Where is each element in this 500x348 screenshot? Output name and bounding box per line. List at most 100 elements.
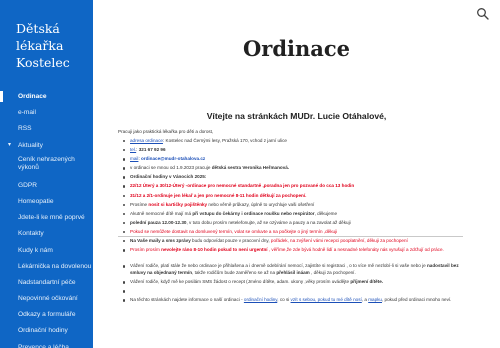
sidebar-item-label: Ceník nehrazených výkonů	[18, 155, 75, 171]
list-item: Na těchto stránkách najdete informace o …	[118, 296, 463, 312]
sidebar-item[interactable]: Lékárnička na dovolenou	[0, 259, 93, 275]
content-text: nosit si kartičky pojištěnky	[148, 201, 208, 207]
sidebar-item-label: Prevence a léčba	[18, 343, 69, 348]
content-text: dětská sestra Veronika Heřmanová.	[211, 165, 290, 171]
content-text: polední pauza 12.00-12.30	[130, 219, 187, 225]
sidebar-item[interactable]: Homeopatie	[0, 194, 93, 210]
sidebar-item-label: e-mail	[18, 109, 36, 117]
sidebar-item-label: Ordinační hodiny	[18, 327, 68, 335]
bullet-icon	[123, 230, 126, 234]
sidebar-item[interactable]: ▾ Aktuality	[0, 138, 93, 154]
list-item: polední pauza 12.00-12.30, v tuto dobu p…	[118, 219, 463, 228]
list-item: Prosíme nosit si kartičky pojištěnky neb…	[118, 201, 463, 210]
sidebar-item-label: Jdete-li ke mně poprvé	[18, 214, 85, 222]
content-text: , věříme,že zde bývá hodně lidí a nesnad…	[267, 247, 444, 253]
list-item: v ordinaci se mnou od 1.9.2023 pracuje d…	[118, 164, 463, 173]
list-item: Akutně nemocné dítě mají má při vstupu d…	[118, 210, 463, 219]
content-text: , v tuto dobu prosím netelefonujte, až s…	[186, 219, 351, 225]
sidebar-item[interactable]: Odkazy a formuláře	[0, 307, 93, 323]
list-item: Pokud se nemůžete dostavit na domluvený …	[118, 228, 463, 238]
sidebar-item[interactable]: e-mail	[0, 105, 93, 121]
content-text: , děkuji za pochopení.	[309, 270, 356, 276]
content-text: nebo věrně průkazy, úplně to urychluje v…	[207, 201, 315, 207]
sidebar-item[interactable]: Jdete-li ke mně poprvé	[0, 210, 93, 226]
content-text: vámi recepci pooplatnění, děkuji za poch…	[313, 238, 408, 244]
content-link[interactable]: vzít s sebou, pokud tu mé dítě nosí	[291, 297, 362, 302]
sidebar-item[interactable]: Ordinace	[0, 89, 93, 105]
site-title-line: Kostelec	[16, 55, 70, 70]
content-text: nevolejte ráno 8-10 hodin pokud to není …	[161, 247, 268, 253]
content-text: 31/12 a 2/1-ordinuje jen lékař a jen pro…	[130, 192, 307, 198]
list-item: tel.: 321 67 92 96	[118, 146, 463, 155]
sidebar-item[interactable]: Kudy k nám	[0, 243, 93, 259]
bullet-icon	[123, 203, 126, 207]
sidebar-item-label: Homeopatie	[18, 197, 54, 205]
bullet-icon	[123, 290, 126, 293]
bullet-icon	[123, 240, 126, 243]
bullet-icon	[123, 167, 126, 170]
sidebar-item-label: Nadstandartní péče	[18, 278, 76, 286]
content-text: pořádek, na zvýšení	[270, 238, 314, 244]
sidebar: Dětská lékařka Kostelec Ordinace e-mail RS…	[0, 0, 93, 348]
content-text: Akutně nemocné dítě mají má	[130, 210, 193, 216]
bullet-icon	[123, 140, 126, 143]
chevron-down-icon[interactable]: ▾	[8, 138, 11, 153]
content-text: , co si	[277, 297, 291, 303]
sidebar-item[interactable]: Nepovinné očkování	[0, 291, 93, 307]
bullet-icon	[123, 194, 126, 197]
content-text: Prosíme	[130, 201, 149, 207]
sidebar-item-label: GDPR	[18, 181, 38, 189]
site-title-line: Dětská	[16, 21, 60, 36]
content-text: , děkujeme	[314, 210, 338, 216]
content-text: 22/12 Úterý a 30/12-Úterý -ordinace pro …	[130, 183, 355, 189]
content-text: 321 67 92 96	[138, 147, 166, 153]
sidebar-item-label: Nepovinné očkování	[18, 295, 78, 303]
list-item: Prosím prosím nevolejte ráno 8-10 hodin …	[118, 246, 463, 262]
bullet-icon	[123, 212, 126, 216]
sidebar-item-label: Aktuality	[18, 141, 43, 149]
sidebar-nav: Ordinace e-mail RSS ▾ Aktuality Ceník nehraze…	[0, 89, 93, 348]
content-text: Prosím prosím	[130, 247, 162, 253]
bullet-icon	[123, 149, 126, 152]
sidebar-item[interactable]: Prevence a léčba	[0, 340, 93, 348]
bullet-icon	[123, 265, 126, 268]
sidebar-item-label: Ordinace	[18, 93, 47, 100]
sidebar-item-label: RSS	[18, 125, 32, 133]
site-title[interactable]: Dětská lékařka Kostelec	[0, 0, 93, 71]
content-text: budu odpovídat pouze v pracovní dny,	[190, 238, 271, 244]
list-item: Vážení rodiče, když mě ke posilám SMS žá…	[118, 278, 463, 287]
bullet-icon	[123, 158, 126, 161]
bullet-icon	[123, 281, 126, 284]
bullet-icon	[123, 299, 126, 302]
content-list: Pracuji jako praktická lékařka pro děti …	[118, 128, 463, 312]
list-item: 22/12 Úterý a 30/12-Úterý -ordinace pro …	[118, 182, 463, 191]
sidebar-item[interactable]: Ceník nehrazených výkonů	[0, 154, 93, 178]
list-item: Ordinační hodiny v Vánocích 2025:	[118, 173, 463, 182]
sidebar-item-label: Kontakty	[18, 230, 44, 238]
content-text: Ordinační hodiny v Vánocích 2025:	[130, 174, 207, 180]
sidebar-item[interactable]: Kontakty	[0, 226, 93, 242]
content-link[interactable]: mapku	[368, 297, 382, 302]
content-text: přehlásil ináam	[276, 270, 310, 276]
sidebar-item[interactable]: Ordinační hodiny	[0, 323, 93, 339]
sidebar-item[interactable]: Nadstandartní péče	[0, 275, 93, 291]
sidebar-item[interactable]: GDPR	[0, 178, 93, 194]
content-text: ordinace@mudr-otahalova.cz	[141, 156, 206, 162]
sidebar-item[interactable]: RSS	[0, 121, 93, 137]
site-title-line: lékařka	[16, 38, 64, 53]
content-link[interactable]: ordinační hodiny	[244, 297, 277, 302]
content-text: příjmení dítěte.	[350, 279, 384, 285]
content-text: při vstupu do čekárny i ordinace roušku …	[192, 210, 315, 216]
content-text: Vážení rodiče, když mě ke posilám SMS žá…	[130, 279, 351, 285]
bullet-icon	[123, 221, 126, 225]
content-text: Na Vaše maily a sms zprávy	[130, 238, 191, 244]
page-title: Ordinace	[242, 36, 351, 61]
sidebar-item-label: Lékárnička na dovolenou	[18, 262, 92, 270]
search-icon[interactable]	[476, 7, 490, 21]
sidebar-item-label: Kudy k nám	[18, 246, 53, 254]
content-text: , takže rodičům bude zaměřeno se až na	[192, 270, 277, 276]
content-text: , pokud před ordinaci mnoho neví.	[381, 297, 452, 303]
list-item	[118, 287, 463, 296]
content-link[interactable]: adresa ordinace	[130, 138, 163, 143]
content-text: Vážení rodiče, platí stále že nebo ordin…	[130, 263, 427, 269]
